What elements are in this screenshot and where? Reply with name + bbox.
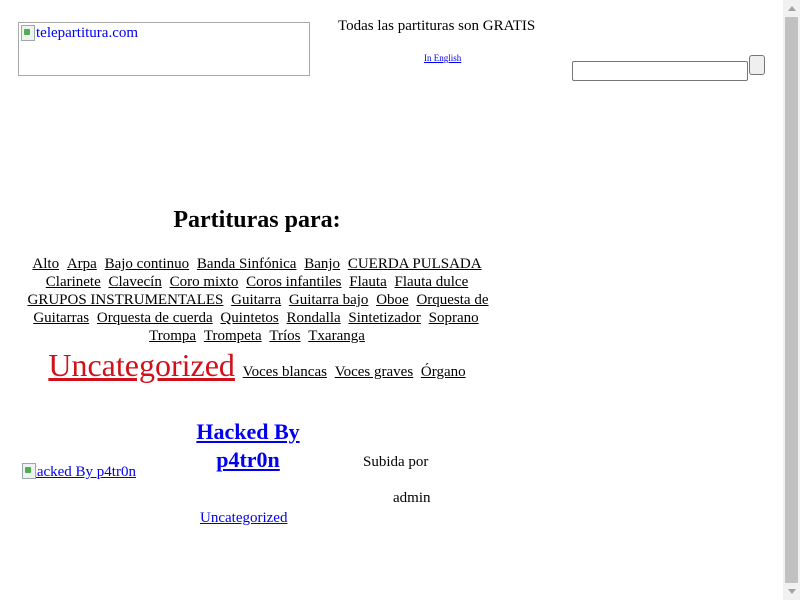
tag-link[interactable]: Guitarra bbox=[231, 292, 281, 308]
tag-link[interactable]: Txaranga bbox=[308, 328, 365, 344]
tag-link[interactable]: Coro mixto bbox=[170, 274, 239, 290]
tag-link[interactable]: GRUPOS INSTRUMENTALES bbox=[27, 292, 223, 308]
tag-link[interactable]: Orquesta de cuerda bbox=[97, 310, 213, 326]
post-thumbnail-link[interactable]: Hacked By p4tr0n bbox=[26, 464, 136, 480]
tag-link[interactable]: Guitarra bajo bbox=[289, 292, 369, 308]
tag-link[interactable]: Quintetos bbox=[220, 310, 278, 326]
tag-link[interactable]: Trompeta bbox=[204, 328, 262, 344]
tag-link[interactable]: Clarinete bbox=[46, 274, 101, 290]
english-language-link[interactable]: In English bbox=[424, 53, 461, 63]
tag-link[interactable]: Clavecín bbox=[109, 274, 162, 290]
tag-link[interactable]: Arpa bbox=[67, 256, 97, 272]
tag-link[interactable]: Oboe bbox=[376, 292, 409, 308]
post-thumbnail[interactable]: Hacked By p4tr0n bbox=[22, 463, 140, 481]
search-button[interactable] bbox=[749, 55, 765, 75]
site-logo-frame[interactable]: telepartitura.com bbox=[18, 22, 310, 76]
tag-link[interactable]: Bajo continuo bbox=[105, 256, 190, 272]
site-logo[interactable]: telepartitura.com bbox=[21, 25, 138, 41]
site-tagline: Todas las partituras son GRATIS bbox=[338, 18, 536, 34]
tag-cloud: Alto Arpa Bajo continuo Banda Sinfónica … bbox=[22, 255, 492, 385]
post-title[interactable]: Hacked By p4tr0n bbox=[178, 418, 318, 474]
tag-link[interactable]: Flauta dulce bbox=[395, 274, 469, 290]
vertical-scrollbar[interactable] bbox=[783, 0, 800, 600]
section-title: Partituras para: bbox=[173, 207, 341, 233]
tag-link[interactable]: Soprano bbox=[429, 310, 479, 326]
tag-link-uncategorized[interactable]: Uncategorized bbox=[48, 347, 235, 383]
tag-link[interactable]: Flauta bbox=[349, 274, 387, 290]
site-logo-link[interactable]: telepartitura.com bbox=[36, 25, 138, 41]
post-author: admin bbox=[393, 490, 431, 506]
tag-link[interactable]: Órgano bbox=[421, 364, 466, 380]
tag-link[interactable]: CUERDA PULSADA bbox=[348, 256, 482, 272]
tag-link[interactable]: Sintetizador bbox=[348, 310, 420, 326]
scroll-down-arrow-icon[interactable] bbox=[788, 589, 796, 594]
search-input[interactable] bbox=[572, 61, 748, 81]
tag-link[interactable]: Banjo bbox=[304, 256, 340, 272]
tag-link[interactable]: Voces graves bbox=[335, 364, 413, 380]
broken-image-icon bbox=[22, 463, 36, 479]
tag-link[interactable]: Coros infantiles bbox=[246, 274, 341, 290]
tag-link[interactable]: Voces blancas bbox=[243, 364, 327, 380]
post-category-link[interactable]: Uncategorized bbox=[200, 510, 287, 527]
tag-link[interactable]: Rondalla bbox=[287, 310, 341, 326]
tag-link[interactable]: Banda Sinfónica bbox=[197, 256, 297, 272]
uploaded-by-label: Subida por bbox=[363, 454, 429, 470]
broken-image-icon bbox=[21, 25, 35, 41]
scroll-up-arrow-icon[interactable] bbox=[788, 6, 796, 11]
tag-link[interactable]: Alto bbox=[32, 256, 59, 272]
tag-link[interactable]: Tríos bbox=[269, 328, 300, 344]
tag-link[interactable]: Trompa bbox=[149, 328, 196, 344]
scrollbar-thumb[interactable] bbox=[785, 17, 798, 583]
